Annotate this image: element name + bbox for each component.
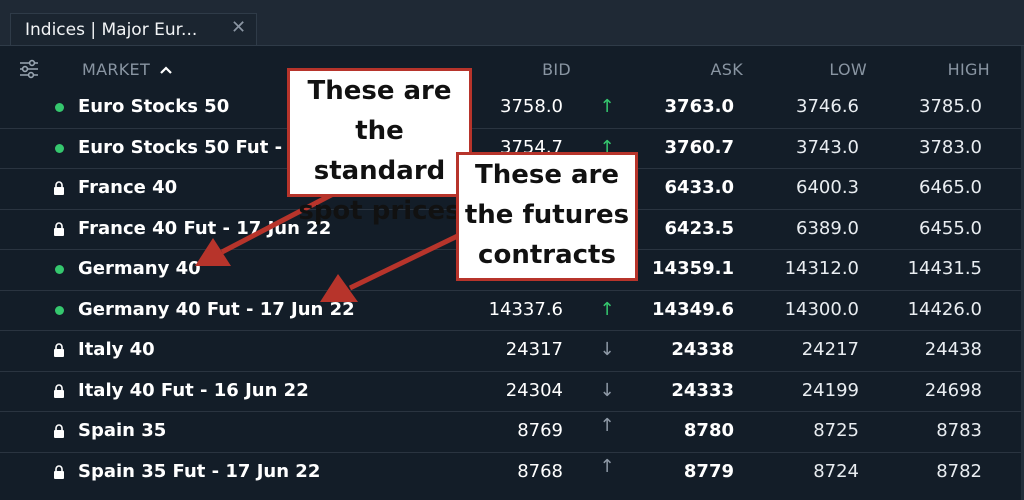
futures-contracts-callout: These are the futures contracts: [456, 152, 638, 281]
callout-line: contracts: [478, 240, 616, 270]
futures-callout-arrow: [348, 227, 472, 291]
callout-line: These are: [474, 160, 620, 190]
callout-line: spot prices: [298, 196, 461, 226]
callout-line: These are: [307, 76, 452, 106]
callout-line: the futures: [464, 200, 630, 230]
callout-line: the standard: [313, 116, 446, 186]
spot-prices-callout: These are the standard spot prices: [287, 68, 472, 226]
